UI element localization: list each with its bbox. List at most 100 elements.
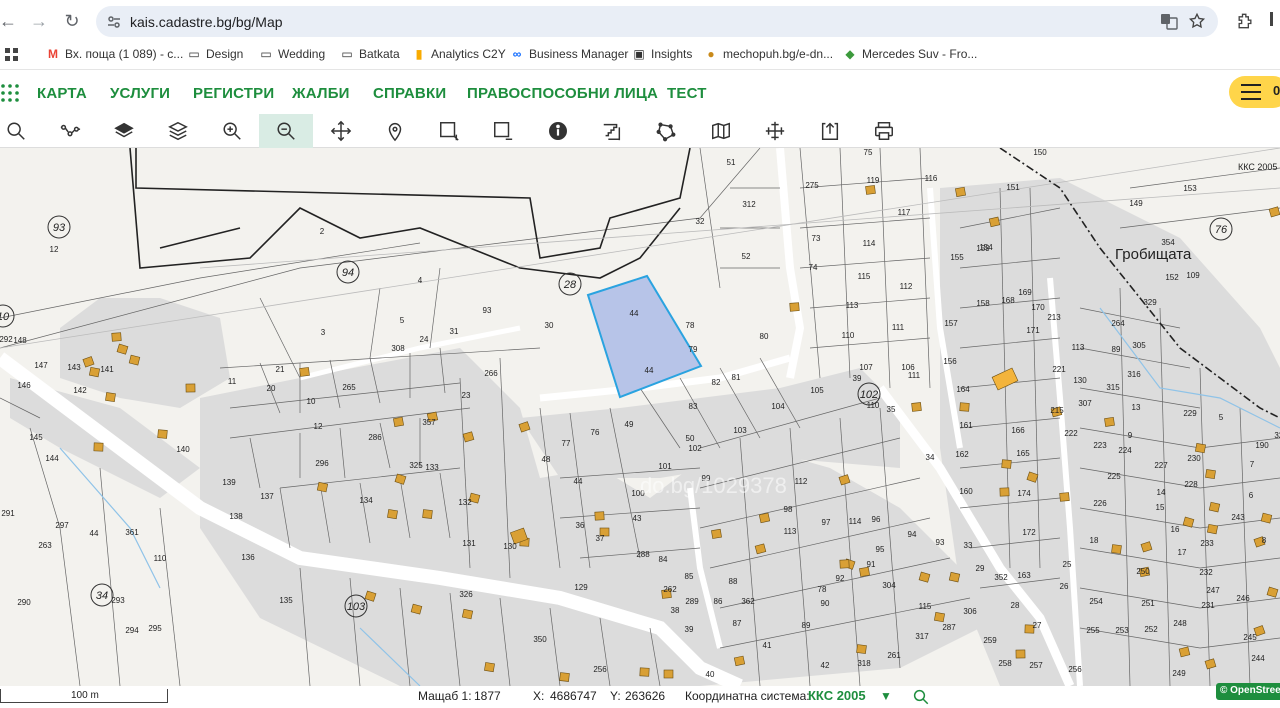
nav-item-complaints[interactable]: ЖАЛБИ [292,85,350,102]
layers-icon [114,122,134,138]
apps-grid-icon[interactable] [5,48,19,62]
parcel-label: 8 [1262,536,1267,545]
building [934,612,945,623]
bookmark-batkata[interactable]: ▭ Batkata [340,47,399,61]
parcel-label: 305 [1132,341,1146,350]
building [1260,512,1273,524]
parcel-label: 233 [1200,539,1214,548]
print-tool[interactable] [869,114,899,148]
building [111,332,122,342]
bookmark-wedding[interactable]: ▭ Wedding [259,47,325,61]
layers-tool[interactable] [109,114,139,148]
parcel-label: 329 [1143,298,1157,307]
site-info-icon[interactable] [106,14,122,30]
deselect-rect-tool[interactable] [488,114,518,148]
parcel-label: 31 [450,327,459,336]
parcel-label: 33 [964,541,973,550]
address-bar[interactable]: kais.cadastre.bg/bg/Map [96,6,1218,37]
parcel-label: 12 [50,245,59,254]
parcel-label: 44 [90,529,99,538]
export-tool[interactable] [815,114,845,148]
selected-parcel[interactable] [586,274,703,399]
bookmark-design[interactable]: ▭ Design [187,47,243,61]
info-tool[interactable] [543,114,573,148]
bookmark-mercedes[interactable]: ◆ Mercedes Suv - Fro... [843,47,977,61]
building [185,383,196,393]
y-label: Y: [610,689,621,703]
parcel-label: 49 [625,420,634,429]
measure-tool[interactable] [597,114,627,148]
map-icon [712,122,730,140]
parcel-label: 130 [503,542,517,551]
map-tool[interactable] [706,114,736,148]
layers-tree-tool[interactable] [55,114,85,148]
building [733,655,746,667]
bookmark-insights[interactable]: ▣ Insights [632,47,692,61]
parcel-label: 48 [542,455,551,464]
nav-item-registers[interactable]: РЕГИСТРИ [193,85,274,102]
star-icon[interactable] [1188,12,1206,30]
nav-item-qualified-persons[interactable]: ПРАВОСПОСОБНИ ЛИЦА [467,85,658,102]
layers-stack-tool[interactable] [163,114,193,148]
layers-stack-icon [168,121,188,141]
nav-item-test[interactable]: ТЕСТ [667,85,707,102]
building [316,481,329,493]
chevron-down-icon[interactable]: ▼ [880,689,892,703]
zoom-in-tool[interactable] [217,114,247,148]
zoom-out-tool[interactable] [259,114,313,148]
reload-icon[interactable]: ↻ [60,9,84,33]
parcel-label: 287 [942,623,956,632]
building [299,367,310,377]
translate-icon[interactable] [1160,12,1178,30]
parcel-label: 50 [686,434,695,443]
cs-select[interactable]: ККС 2005 [808,688,866,703]
parcel-label: 154 [979,243,993,252]
map-canvas[interactable]: 939428341031027610 243512933124308212652… [0,148,1280,686]
polygon-icon [656,122,676,142]
apps-dots-icon[interactable] [0,83,20,103]
circled-number: 94 [336,260,360,284]
building [157,429,168,439]
select-rect-icon [440,122,459,141]
zoom-in-icon [223,122,241,140]
forward-icon[interactable]: → [27,9,51,33]
parcel-label: 133 [425,463,439,472]
parcel-label: 163 [1017,571,1031,580]
parcel-label: 223 [1093,441,1107,450]
menu-button[interactable]: 0 [1229,76,1280,108]
parcel-label: 17 [1178,548,1187,557]
bookmark-mechopuh[interactable]: ● mechopuh.bg/e-dn... [704,47,833,61]
cadastral-map[interactable]: 939428341031027610 243512933124308212652… [0,148,1280,686]
polygon-tool[interactable] [651,114,681,148]
parcel-label: 39 [685,625,694,634]
bookmark-gmail[interactable]: M Вх. поща (1 089) - c... [46,47,183,61]
circled-number: 10 [0,304,15,328]
parcel-label: 172 [1022,528,1036,537]
coordinates-tool[interactable] [760,114,790,148]
extensions-icon[interactable] [1235,11,1255,31]
building [1001,459,1012,469]
pan-tool[interactable] [326,114,356,148]
parcel-label: 256 [593,665,607,674]
parcel-label: 162 [955,450,969,459]
osm-attribution[interactable]: © OpenStreetMap [1216,683,1280,700]
parcel-label: 130 [1073,376,1087,385]
menu-icon[interactable] [1268,8,1276,30]
building [948,571,961,583]
circled-number: 34 [90,583,114,607]
marker-tool[interactable] [380,114,410,148]
parcel-label: 75 [864,148,873,157]
y-value: 263626 [625,689,666,703]
nav-item-services[interactable]: УСЛУГИ [110,85,170,102]
parcel-label: 87 [733,619,742,628]
bookmark-analytics[interactable]: ▮ Analytics C2Y [412,47,506,61]
coordinate-search-icon[interactable] [912,688,930,706]
parcel-label: 261 [887,651,901,660]
select-rect-tool[interactable] [434,114,464,148]
circled-number: 28 [558,272,582,296]
nav-item-map[interactable]: КАРТА [37,85,87,102]
back-icon[interactable]: ← [0,9,20,33]
bookmark-business-manager[interactable]: ∞ Business Manager [510,47,629,61]
search-tool[interactable] [1,114,31,148]
nav-item-references[interactable]: СПРАВКИ [373,85,446,102]
